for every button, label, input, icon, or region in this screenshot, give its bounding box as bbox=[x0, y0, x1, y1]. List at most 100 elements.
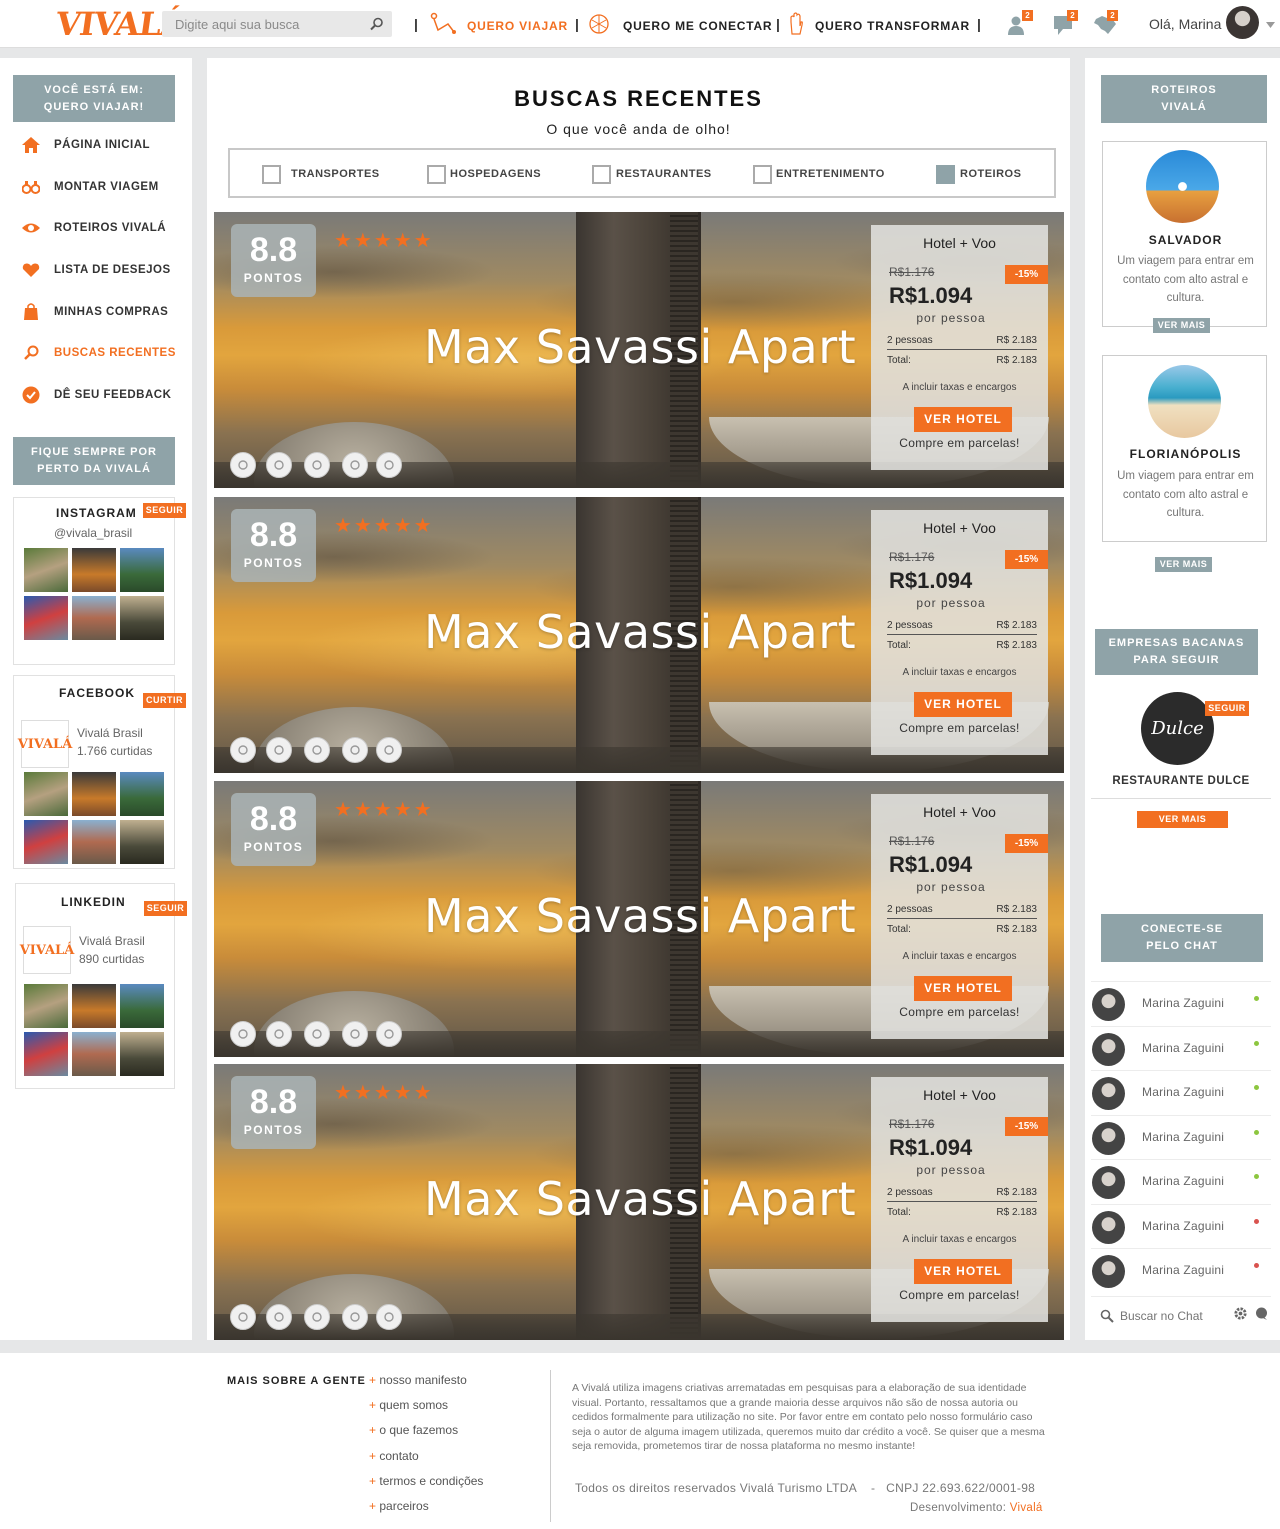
ver-hotel-button[interactable]: VER HOTEL bbox=[914, 976, 1012, 1001]
filter-checkbox[interactable] bbox=[427, 164, 446, 184]
installments-link[interactable]: Compre em parcelas! bbox=[871, 436, 1048, 450]
instagram-photo-grid bbox=[24, 548, 164, 640]
menu-buscas-recentes[interactable]: BUSCAS RECENTES bbox=[22, 343, 176, 363]
search-icon[interactable] bbox=[370, 17, 384, 31]
nav-quero-me-conectar[interactable]: QUERO ME CONECTAR bbox=[623, 19, 772, 33]
hotel-result-card[interactable]: 8.8 PONTOS ★★★★★ Max Savassi Apart Hotel + V… bbox=[214, 781, 1064, 1057]
instagram-follow-button[interactable]: SEGUIR bbox=[143, 503, 186, 518]
search-input[interactable] bbox=[162, 11, 362, 37]
filter-roteiros[interactable]: ROTEIROS bbox=[936, 164, 1021, 184]
chat-contact[interactable]: Marina Zaguini bbox=[1091, 1248, 1271, 1292]
installments-link[interactable]: Compre em parcelas! bbox=[871, 1288, 1048, 1302]
hotel-name[interactable]: Max Savassi Apart bbox=[424, 1172, 856, 1226]
chat-contact[interactable]: Marina Zaguini bbox=[1091, 1203, 1271, 1248]
price-divider bbox=[887, 349, 1037, 350]
hotel-result-card[interactable]: 8.8 PONTOS ★★★★★ Max Savassi Apart Hotel + V… bbox=[214, 497, 1064, 773]
instagram-photo[interactable] bbox=[120, 548, 164, 592]
gear-icon[interactable] bbox=[1233, 1306, 1248, 1321]
ver-hotel-button[interactable]: VER HOTEL bbox=[914, 1259, 1012, 1284]
menu-label: LISTA DE DESEJOS bbox=[54, 264, 171, 276]
price-box: Hotel + Voo R$1.176 -15% R$1.094 por pessoa 2… bbox=[871, 1077, 1048, 1322]
filter-hospedagens[interactable]: HOSPEDAGENS bbox=[427, 164, 541, 184]
linkedin-photo[interactable] bbox=[120, 984, 164, 1028]
network-icon bbox=[589, 14, 609, 34]
facebook-photo[interactable] bbox=[72, 772, 116, 816]
footer-link[interactable]: + nosso manifesto bbox=[369, 1373, 467, 1387]
ver-mais-button[interactable]: VER MAIS bbox=[1153, 318, 1210, 333]
ver-mais-button[interactable]: VER MAIS bbox=[1155, 557, 1212, 572]
hotel-name[interactable]: Max Savassi Apart bbox=[424, 889, 856, 943]
linkedin-photo[interactable] bbox=[72, 1032, 116, 1076]
linkedin-photo[interactable] bbox=[72, 984, 116, 1028]
menu-lista-de-desejos[interactable]: LISTA DE DESEJOS bbox=[22, 260, 171, 280]
linkedin-photo[interactable] bbox=[24, 1032, 68, 1076]
instagram-photo[interactable] bbox=[72, 548, 116, 592]
instagram-photo[interactable] bbox=[24, 596, 68, 640]
ver-hotel-button[interactable]: VER HOTEL bbox=[914, 692, 1012, 717]
hotel-name[interactable]: Max Savassi Apart bbox=[424, 320, 856, 374]
nav-quero-transformar[interactable]: QUERO TRANSFORMAR bbox=[815, 19, 970, 33]
hotel-name[interactable]: Max Savassi Apart bbox=[424, 605, 856, 659]
trip-card-florianopolis[interactable]: FLORIANÓPOLIS Um viagem para entrar em c… bbox=[1102, 355, 1267, 542]
nav-divider: | bbox=[977, 16, 981, 32]
chat-contact[interactable]: Marina Zaguini bbox=[1091, 1025, 1271, 1070]
facebook-photo[interactable] bbox=[120, 820, 164, 864]
filter-checkbox[interactable] bbox=[592, 164, 611, 184]
instagram-photo[interactable] bbox=[24, 548, 68, 592]
linkedin-photo-grid bbox=[24, 984, 164, 1076]
installments-link[interactable]: Compre em parcelas! bbox=[871, 721, 1048, 735]
company-follow-button[interactable]: SEGUIR bbox=[1205, 701, 1249, 716]
facebook-photo-grid bbox=[24, 772, 164, 864]
filter-transportes[interactable]: TRANSPORTES bbox=[262, 164, 380, 184]
instagram-photo[interactable] bbox=[120, 596, 164, 640]
chat-contact[interactable]: Marina Zaguini bbox=[1091, 1159, 1271, 1203]
facebook-photo[interactable] bbox=[72, 820, 116, 864]
footer-link-label: termos e condições bbox=[379, 1473, 484, 1488]
footer-dev-link[interactable]: Vivalá bbox=[1010, 1502, 1043, 1514]
linkedin-follow-button[interactable]: SEGUIR bbox=[144, 901, 187, 916]
total-label: Total: bbox=[887, 355, 911, 366]
trip-card-salvador[interactable]: SALVADOR Um viagem para entrar em contat… bbox=[1102, 141, 1267, 333]
menu-pagina-inicial[interactable]: PÁGINA INICIAL bbox=[22, 135, 150, 155]
filter-restaurantes[interactable]: RESTAURANTES bbox=[592, 164, 712, 184]
filter-checkbox[interactable] bbox=[262, 164, 281, 184]
facebook-photo[interactable] bbox=[24, 820, 68, 864]
facebook-photo[interactable] bbox=[120, 772, 164, 816]
linkedin-photo[interactable] bbox=[24, 984, 68, 1028]
footer-link[interactable]: + quem somos bbox=[369, 1398, 448, 1412]
footer-link[interactable]: + contato bbox=[369, 1449, 419, 1463]
facebook-widget: FACEBOOK CURTIR VIVALÁ Vivalá Brasil 1.7… bbox=[13, 675, 186, 869]
hotel-result-card[interactable]: 8.8 PONTOS ★★★★★ Max Savassi Apart Hotel + V… bbox=[214, 212, 1064, 488]
filter-checkbox[interactable] bbox=[753, 164, 772, 184]
facebook-like-button[interactable]: CURTIR bbox=[143, 693, 186, 708]
footer-link[interactable]: + o que fazemos bbox=[369, 1423, 458, 1437]
footer-link[interactable]: + termos e condições bbox=[369, 1474, 483, 1488]
total-label: Total: bbox=[887, 1207, 911, 1218]
menu-label: ROTEIROS VIVALÁ bbox=[54, 222, 167, 234]
instagram-photo[interactable] bbox=[72, 596, 116, 640]
chat-contact[interactable]: Marina Zaguini bbox=[1091, 1070, 1271, 1114]
chat-bubble-icon[interactable] bbox=[1255, 1307, 1268, 1320]
user-avatar[interactable] bbox=[1226, 6, 1259, 39]
facebook-photo[interactable] bbox=[24, 772, 68, 816]
linkedin-photo[interactable] bbox=[120, 1032, 164, 1076]
chevron-down-icon[interactable] bbox=[1266, 22, 1275, 28]
chat-contact[interactable]: Marina Zaguini bbox=[1091, 981, 1271, 1025]
menu-roteiros-vivala[interactable]: ROTEIROS VIVALÁ bbox=[22, 218, 166, 238]
ver-hotel-button[interactable]: VER HOTEL bbox=[914, 407, 1012, 432]
hotel-result-card[interactable]: 8.8 PONTOS ★★★★★ Max Savassi Apart Hotel + V… bbox=[214, 1064, 1064, 1340]
menu-montar-viagem[interactable]: MONTAR VIAGEM bbox=[22, 177, 159, 197]
footer-link[interactable]: + parceiros bbox=[369, 1499, 429, 1513]
chat-search-input[interactable] bbox=[1120, 1306, 1220, 1326]
installments-link[interactable]: Compre em parcelas! bbox=[871, 1005, 1048, 1019]
wifi-icon bbox=[230, 452, 256, 478]
dulce-logo[interactable]: Dulce bbox=[1141, 692, 1214, 765]
menu-minhas-compras[interactable]: MINHAS COMPRAS bbox=[22, 302, 168, 322]
company-name: RESTAURANTE DULCE bbox=[1112, 775, 1250, 787]
menu-de-seu-feedback[interactable]: DÊ SEU FEEDBACK bbox=[22, 385, 171, 405]
ver-mais-button[interactable]: VER MAIS bbox=[1137, 811, 1228, 828]
filter-entretenimento[interactable]: ENTRETENIMENTO bbox=[753, 164, 885, 184]
filter-checkbox[interactable] bbox=[936, 164, 955, 184]
chat-contact[interactable]: Marina Zaguini bbox=[1091, 1114, 1271, 1159]
nav-quero-viajar[interactable]: QUERO VIAJAR bbox=[467, 19, 568, 33]
